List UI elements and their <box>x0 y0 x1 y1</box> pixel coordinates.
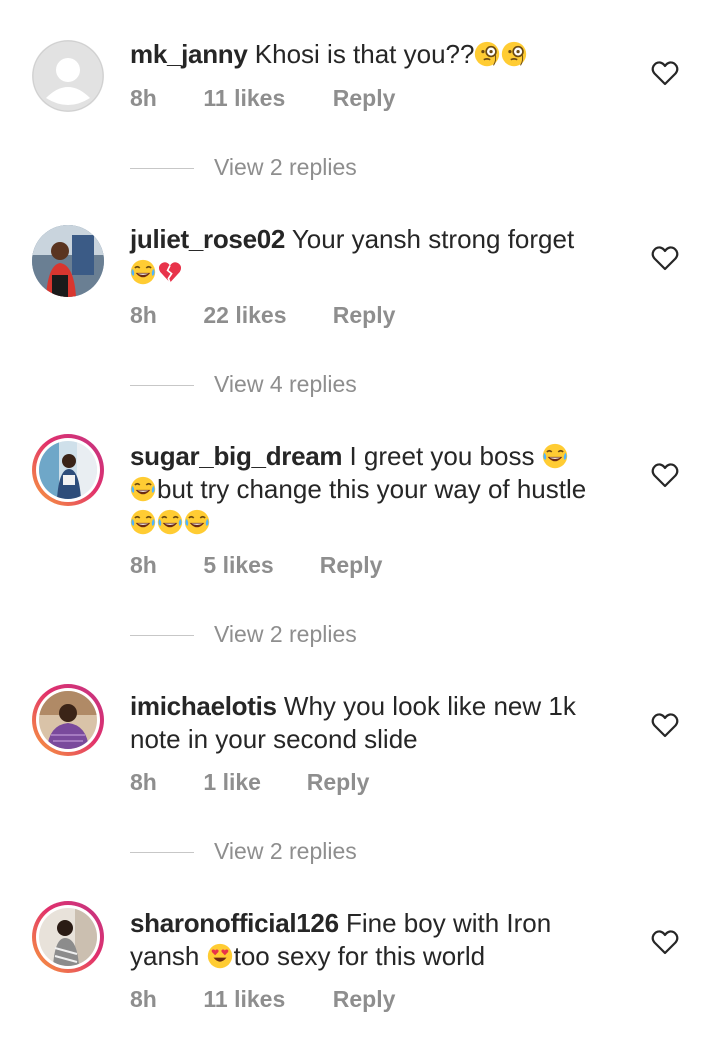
replies-divider <box>130 385 194 387</box>
view-replies-label: View 2 replies <box>214 838 357 864</box>
comment-likes[interactable]: 11 likes <box>203 986 326 1013</box>
view-replies-button[interactable]: View 2 replies <box>130 621 357 648</box>
avatar[interactable] <box>32 40 104 112</box>
comment-time: 8h <box>130 769 157 795</box>
comment-likes[interactable]: 11 likes <box>203 85 326 112</box>
heart-outline-icon[interactable] <box>651 245 679 271</box>
comment-username[interactable]: imichaelotis <box>130 691 277 721</box>
replies-divider <box>130 168 194 170</box>
reply-button[interactable]: Reply <box>307 769 370 796</box>
view-replies-button[interactable]: View 2 replies <box>130 838 357 865</box>
avatar-photo <box>39 441 97 499</box>
reply-button[interactable]: Reply <box>333 302 396 329</box>
avatar[interactable] <box>32 225 104 297</box>
comment-text: Fine boy with Iron <box>346 908 552 938</box>
comment-body: juliet_rose02 Your yansh strong forget <box>130 223 630 289</box>
comment-body: sugar_big_dream I greet you boss but try… <box>130 440 630 539</box>
comment-text-continued: yansh <box>130 941 200 971</box>
tears-of-joy-icon <box>130 509 156 535</box>
comment-body: sharonofficial126 Fine boy with Iron yan… <box>130 907 630 973</box>
reply-button[interactable]: Reply <box>320 552 383 579</box>
comment-meta: 8h 11 likes Reply <box>130 986 395 1013</box>
comments-list: mk_janny Khosi is that you?? 8h 11 likes… <box>0 0 720 1056</box>
comment-time: 8h <box>130 986 157 1012</box>
comment-meta: 8h 22 likes Reply <box>130 302 395 329</box>
tears-of-joy-icon <box>184 509 210 535</box>
comment-meta: 8h 11 likes Reply <box>130 85 395 112</box>
comment-text-continued: note in your second slide <box>130 724 418 754</box>
reply-button[interactable]: Reply <box>333 986 396 1013</box>
comment-time: 8h <box>130 302 157 328</box>
comment-username[interactable]: sharonofficial126 <box>130 908 339 938</box>
heart-outline-icon[interactable] <box>651 712 679 738</box>
tears-of-joy-icon <box>130 476 156 502</box>
comment-username[interactable]: mk_janny <box>130 39 248 69</box>
heart-outline-icon[interactable] <box>651 60 679 86</box>
comment-body: mk_janny Khosi is that you?? <box>130 38 630 71</box>
comment-text: I greet you boss <box>349 441 535 471</box>
tears-of-joy-icon <box>130 259 156 285</box>
comment-username[interactable]: juliet_rose02 <box>130 224 285 254</box>
view-replies-label: View 2 replies <box>214 154 357 180</box>
view-replies-button[interactable]: View 2 replies <box>130 154 357 181</box>
comment-text-continued: but try change this your way of hustle <box>157 474 587 504</box>
avatar[interactable] <box>32 901 104 973</box>
tears-of-joy-icon <box>157 509 183 535</box>
view-replies-label: View 2 replies <box>214 621 357 647</box>
comment-text: Why you look like new 1k <box>283 691 576 721</box>
view-replies-label: View 4 replies <box>214 371 357 397</box>
heart-outline-icon[interactable] <box>651 929 679 955</box>
replies-divider <box>130 635 194 637</box>
comment-likes[interactable]: 22 likes <box>203 302 326 329</box>
comment-meta: 8h 5 likes Reply <box>130 552 382 579</box>
heart-eyes-icon <box>207 943 233 969</box>
avatar-photo <box>39 908 97 966</box>
comment-meta: 8h 1 like Reply <box>130 769 369 796</box>
reply-button[interactable]: Reply <box>333 85 396 112</box>
comment-text: Your yansh strong forget <box>291 224 575 254</box>
monocle-face-icon <box>474 41 500 67</box>
comment-username[interactable]: sugar_big_dream <box>130 441 343 471</box>
broken-heart-icon <box>157 259 183 285</box>
avatar[interactable] <box>32 684 104 756</box>
comment-text: Khosi is that you?? <box>254 39 475 69</box>
comment-likes[interactable]: 5 likes <box>203 552 313 579</box>
avatar[interactable] <box>32 434 104 506</box>
avatar-photo <box>32 225 104 297</box>
comment-time: 8h <box>130 552 157 578</box>
view-replies-button[interactable]: View 4 replies <box>130 371 357 398</box>
avatar-photo <box>39 691 97 749</box>
comment-likes[interactable]: 1 like <box>203 769 300 796</box>
heart-outline-icon[interactable] <box>651 462 679 488</box>
comment-text-continued: too sexy for this world <box>233 941 486 971</box>
comment-time: 8h <box>130 85 157 111</box>
monocle-face-icon <box>501 41 527 67</box>
default-avatar-icon <box>32 40 104 112</box>
comment-body: imichaelotis Why you look like new 1k no… <box>130 690 630 756</box>
tears-of-joy-icon <box>542 443 568 469</box>
replies-divider <box>130 852 194 854</box>
